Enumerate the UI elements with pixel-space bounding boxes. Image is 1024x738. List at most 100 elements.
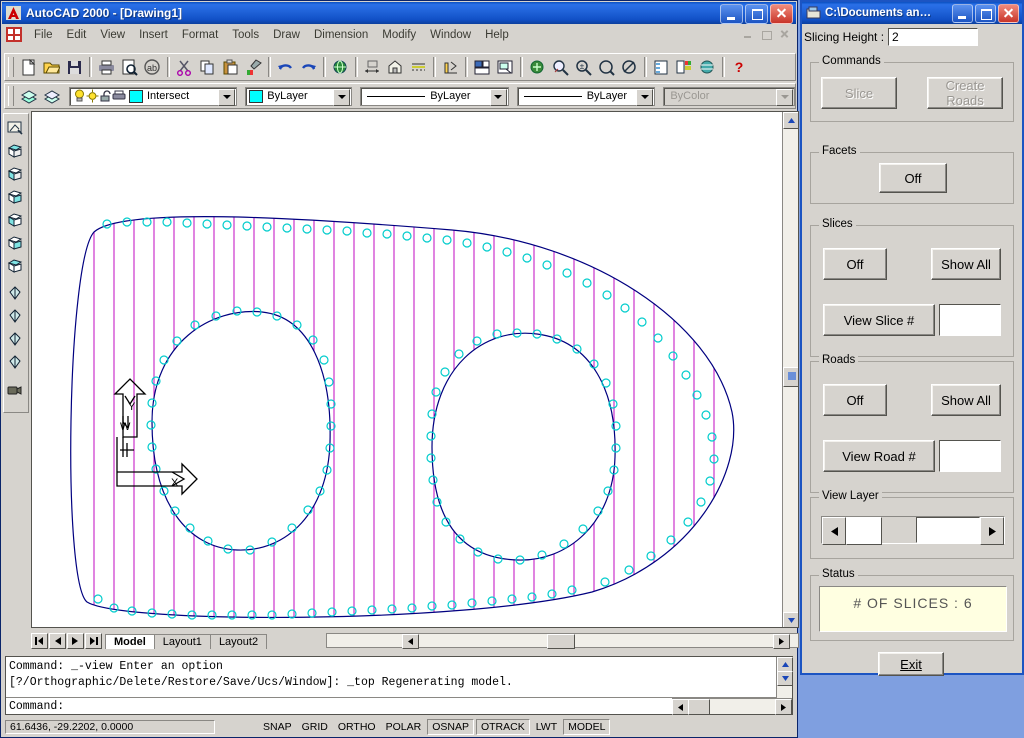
coordinate-display[interactable]: 61.6436, -29.2202, 0.0000 xyxy=(5,720,215,734)
today-icon[interactable] xyxy=(696,56,719,78)
close-button[interactable] xyxy=(770,4,793,24)
drawing-control-menu-icon[interactable] xyxy=(6,27,22,42)
named-views-icon[interactable] xyxy=(4,116,26,138)
canvas-vertical-scrollbar[interactable] xyxy=(782,112,798,627)
scroll-up-button[interactable] xyxy=(783,112,798,129)
next-layout-icon[interactable] xyxy=(67,633,84,649)
status-toggle-model[interactable]: MODEL xyxy=(563,719,611,735)
copy-icon[interactable] xyxy=(196,56,219,78)
view-layer-track[interactable] xyxy=(882,517,916,543)
open-file-icon[interactable] xyxy=(40,56,63,78)
menu-item-dimension[interactable]: Dimension xyxy=(307,27,375,43)
command-scroll-down-button[interactable] xyxy=(777,671,793,686)
status-toggle-osnap[interactable]: OSNAP xyxy=(427,719,474,735)
view-layer-scroll-right-button[interactable] xyxy=(980,517,1004,545)
camera-icon[interactable] xyxy=(4,379,26,401)
menu-item-draw[interactable]: Draw xyxy=(266,27,307,43)
drawing-canvas[interactable]: Y X W xyxy=(31,111,799,628)
linetype-control-combo[interactable]: ByLayer xyxy=(360,86,509,106)
chevron-down-icon[interactable] xyxy=(333,88,351,106)
canvas-horizontal-scrollbar[interactable] xyxy=(326,633,799,649)
zoom-previous-icon[interactable] xyxy=(595,56,618,78)
menu-item-modify[interactable]: Modify xyxy=(375,27,423,43)
tab-layout2[interactable]: Layout2 xyxy=(209,633,268,649)
undo-icon[interactable] xyxy=(274,56,297,78)
help-icon[interactable]: ? xyxy=(728,56,751,78)
roads-show-all-button[interactable]: Show All xyxy=(931,384,1001,416)
slicing-height-input[interactable]: 2 xyxy=(888,28,979,46)
mdi-minimize-button[interactable] xyxy=(740,27,756,41)
top-view-icon[interactable] xyxy=(4,139,26,161)
status-toggle-lwt[interactable]: LWT xyxy=(532,720,561,734)
layers-icon[interactable] xyxy=(17,85,40,107)
distance-icon[interactable] xyxy=(361,56,384,78)
exit-button[interactable]: Exit xyxy=(878,652,944,676)
nw-isometric-view-icon[interactable] xyxy=(4,351,26,373)
right-view-icon[interactable] xyxy=(4,208,26,230)
front-view-icon[interactable] xyxy=(4,231,26,253)
minimize-button[interactable] xyxy=(720,4,743,24)
back-view-icon[interactable] xyxy=(4,254,26,276)
chevron-down-icon[interactable] xyxy=(218,88,236,106)
menu-item-view[interactable]: View xyxy=(93,27,132,43)
maximize-button[interactable] xyxy=(745,4,768,24)
save-file-icon[interactable] xyxy=(63,56,86,78)
first-layout-icon[interactable] xyxy=(31,633,48,649)
toolbar-grip[interactable] xyxy=(8,86,14,106)
redo-icon[interactable] xyxy=(297,56,320,78)
scroll-down-button[interactable] xyxy=(783,612,798,627)
layer-previous-icon[interactable] xyxy=(40,85,63,107)
status-toggle-otrack[interactable]: OTRACK xyxy=(475,719,530,735)
named-views-icon[interactable] xyxy=(471,56,494,78)
view-road-number-input[interactable] xyxy=(939,440,1001,472)
bottom-view-icon[interactable] xyxy=(4,162,26,184)
block-insert-icon[interactable] xyxy=(384,56,407,78)
command-scroll-left-button[interactable] xyxy=(672,699,689,715)
color-control-combo[interactable]: ByLayer xyxy=(245,86,353,106)
canvas-vscroll-thumb[interactable] xyxy=(783,367,798,387)
chevron-down-icon[interactable] xyxy=(489,88,507,106)
slices-toggle-button[interactable]: Off xyxy=(823,248,887,280)
zoom-extents-icon[interactable] xyxy=(618,56,641,78)
dialog-close-button[interactable] xyxy=(998,4,1019,23)
tab-layout1[interactable]: Layout1 xyxy=(153,633,211,649)
view-slice-number-button[interactable]: View Slice # xyxy=(823,304,935,336)
match-properties-icon[interactable] xyxy=(242,56,265,78)
canvas-hscroll-thumb[interactable] xyxy=(547,634,575,649)
mdi-restore-button[interactable] xyxy=(758,27,774,41)
properties-icon[interactable] xyxy=(650,56,673,78)
menu-item-edit[interactable]: Edit xyxy=(60,27,94,43)
status-toggle-grid[interactable]: GRID xyxy=(298,720,332,734)
command-horizontal-scrollbar[interactable] xyxy=(672,698,792,715)
lightbulb-on-icon[interactable] xyxy=(73,89,86,103)
command-window[interactable]: Command: _-view Enter an option [?/Ortho… xyxy=(5,656,793,715)
view-layer-scroll-left-button[interactable] xyxy=(822,517,846,545)
command-scroll-right-button[interactable] xyxy=(775,699,792,715)
dialog-maximize-button[interactable] xyxy=(975,4,996,23)
ucs-icon[interactable] xyxy=(439,56,462,78)
cut-icon[interactable] xyxy=(173,56,196,78)
dimension-style-icon[interactable] xyxy=(407,56,430,78)
tab-model[interactable]: Model xyxy=(105,633,155,649)
menu-item-tools[interactable]: Tools xyxy=(225,27,266,43)
menu-item-help[interactable]: Help xyxy=(478,27,516,43)
status-toggle-snap[interactable]: SNAP xyxy=(259,720,296,734)
command-vertical-scrollbar[interactable] xyxy=(776,657,793,699)
toolbar-grip[interactable] xyxy=(8,57,14,77)
zoom-window-icon[interactable]: ± xyxy=(572,56,595,78)
status-toggle-ortho[interactable]: ORTHO xyxy=(334,720,380,734)
chevron-down-icon[interactable] xyxy=(636,88,654,106)
facets-toggle-button[interactable]: Off xyxy=(879,163,947,193)
view-slice-number-input[interactable] xyxy=(939,304,1001,336)
new-file-icon[interactable] xyxy=(17,56,40,78)
view-layer-scrollbar[interactable] xyxy=(821,516,1005,545)
viewports-icon[interactable] xyxy=(494,56,517,78)
view-layer-scroll-thumb[interactable] xyxy=(846,517,882,545)
plotter-icon[interactable] xyxy=(112,89,126,103)
print-icon[interactable] xyxy=(95,56,118,78)
view-road-number-button[interactable]: View Road # xyxy=(823,440,935,472)
command-scroll-up-button[interactable] xyxy=(777,657,793,672)
slice-button[interactable]: Slice xyxy=(821,77,897,109)
sw-isometric-view-icon[interactable] xyxy=(4,282,26,304)
slices-show-all-button[interactable]: Show All xyxy=(931,248,1001,280)
